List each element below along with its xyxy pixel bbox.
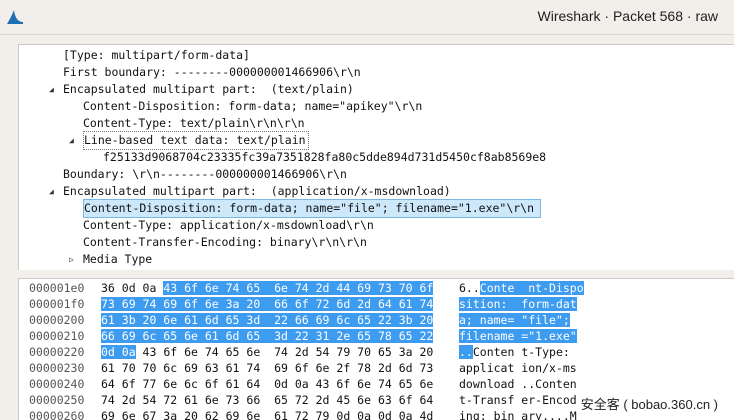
hex-bytes[interactable]: 61 3b 20 6e 61 6d 65 3d 22 66 69 6c 65 2… xyxy=(101,312,434,328)
tree-row-label: Content-Disposition: form-data; name="fi… xyxy=(83,199,542,218)
ascii-plain: ing: bin ary....M xyxy=(459,409,577,420)
hex-bytes[interactable]: 69 6e 67 3a 20 62 69 6e 61 72 79 0d 0a 0… xyxy=(101,408,433,420)
ascii-highlighted: Conte nt-Dispo xyxy=(479,281,584,295)
tree-row[interactable]: ◢ Encapsulated multipart part: (applicati… xyxy=(19,183,734,200)
ascii-bytes[interactable]: download ..Conten xyxy=(459,376,577,392)
expanded-triangle-icon[interactable]: ◢ xyxy=(49,183,59,200)
hex-offset: 00000230 xyxy=(29,361,85,375)
title-bar[interactable]: Wireshark · Packet 568 · raw xyxy=(0,0,734,35)
hex-offset: 00000220 xyxy=(29,345,85,359)
hex-bytes-plain: 61 70 70 6c 69 63 61 74 69 6f 6e 2f 78 2… xyxy=(101,361,434,375)
hex-bytes-plain: 64 6f 77 6e 6c 6f 61 64 0d 0a 43 6f 6e 7… xyxy=(101,377,434,391)
ascii-highlighted: sition: form-dat xyxy=(459,297,577,311)
expanded-triangle-icon[interactable]: ◢ xyxy=(69,132,79,149)
hex-bytes-highlighted: 73 69 74 69 6f 6e 3a 20 66 6f 72 6d 2d 6… xyxy=(101,297,434,311)
ascii-bytes[interactable]: t-Transf er-Encod xyxy=(459,392,577,408)
tree-row-label: Content-Type: text/plain\r\n\r\n xyxy=(83,116,305,130)
hex-bytes[interactable]: 74 2d 54 72 61 6e 73 66 65 72 2d 45 6e 6… xyxy=(101,392,433,408)
hex-offset: 00000260 xyxy=(29,409,85,420)
tree-row[interactable]: f25133d9068704c23335fc39a7351828fa80c5dd… xyxy=(19,149,734,166)
hex-bytes-plain: 69 6e 67 3a 20 62 69 6e 61 72 79 0d 0a 0… xyxy=(101,409,434,420)
hex-offset: 000001f0 xyxy=(29,297,85,311)
tree-row[interactable]: First boundary: --------000000001466906\… xyxy=(19,64,734,81)
tree-row[interactable]: ◢ Encapsulated multipart part: (text/plai… xyxy=(19,81,734,98)
ascii-bytes[interactable]: filename ="1.exe" xyxy=(459,328,577,344)
tree-row-label: Boundary: \r\n--------000000001466906\r\… xyxy=(63,167,347,181)
watermark: 安全客 ( bobao.360.cn ) xyxy=(578,394,720,413)
hex-offset: 00000250 xyxy=(29,393,85,407)
tree-row-label: Content-Type: application/x-msdownload\r… xyxy=(83,218,374,232)
hex-bytes-plain: 43 6f 6e 74 65 6e 74 2d 54 79 70 65 3a 2… xyxy=(135,345,434,359)
tree-row-label: Encapsulated multipart part: (text/plain… xyxy=(63,82,354,96)
tree-row[interactable]: Content-Type: text/plain\r\n\r\n xyxy=(19,115,734,132)
hex-bytes[interactable]: 61 70 70 6c 69 63 61 74 69 6f 6e 2f 78 2… xyxy=(101,360,433,376)
hex-bytes[interactable]: 64 6f 77 6e 6c 6f 61 64 0d 0a 43 6f 6e 7… xyxy=(101,376,433,392)
tree-row[interactable]: Content-Disposition: form-data; name="ap… xyxy=(19,98,734,115)
hex-bytes-highlighted: 0d 0a xyxy=(101,345,136,359)
tree-row[interactable]: ▷ Media Type xyxy=(19,251,734,268)
ascii-plain: applicat ion/x-ms xyxy=(459,361,577,375)
ascii-bytes[interactable]: sition: form-dat xyxy=(459,296,577,312)
pane-splitter[interactable] xyxy=(0,270,734,278)
hex-offset: 000001e0 xyxy=(29,281,85,295)
hex-bytes[interactable]: 66 69 6c 65 6e 61 6d 65 3d 22 31 2e 65 7… xyxy=(101,328,434,344)
packet-details-tree[interactable]: [Type: multipart/form-data] First boundar… xyxy=(18,44,734,271)
hex-bytes[interactable]: 0d 0a 43 6f 6e 74 65 6e 74 2d 54 79 70 6… xyxy=(101,344,433,360)
tree-row[interactable]: Content-Disposition: form-data; name="fi… xyxy=(19,199,734,218)
ascii-plain: 6.. xyxy=(459,281,480,295)
tree-row-label: Content-Disposition: form-data; name="ap… xyxy=(83,99,423,113)
hex-bytes-highlighted: 43 6f 6e 74 65 6e 74 2d 44 69 73 70 6f xyxy=(163,281,434,295)
tree-row[interactable]: Content-Type: application/x-msdownload\r… xyxy=(19,217,734,234)
tree-row-label: [Type: multipart/form-data] xyxy=(63,48,250,62)
tree-row-label: Encapsulated multipart part: (applicatio… xyxy=(63,184,451,198)
ascii-highlighted: filename ="1.exe" xyxy=(459,329,577,343)
tree-row-label: Content-Transfer-Encoding: binary\r\n\r\… xyxy=(83,235,367,249)
tree-row-label: Media Type xyxy=(83,252,153,266)
hex-offset: 00000200 xyxy=(29,313,85,327)
hex-bytes-plain: 74 2d 54 72 61 6e 73 66 65 72 2d 45 6e 6… xyxy=(101,393,434,407)
expanded-triangle-icon[interactable]: ◢ xyxy=(49,81,59,98)
hex-bytes-highlighted: 61 3b 20 6e 61 6d 65 3d 22 66 69 6c 65 2… xyxy=(101,313,434,327)
ascii-highlighted: .. xyxy=(459,345,473,359)
tree-row-label: First boundary: --------000000001466906\… xyxy=(63,65,361,79)
ascii-bytes[interactable]: a; name= "file"; xyxy=(459,312,570,328)
ascii-bytes[interactable]: ..Conten t-Type: xyxy=(459,344,570,360)
ascii-plain: download ..Conten xyxy=(459,377,577,391)
hex-bytes-highlighted: 66 69 6c 65 6e 61 6d 65 3d 22 31 2e 65 7… xyxy=(101,329,434,343)
hex-bytes[interactable]: 73 69 74 69 6f 6e 3a 20 66 6f 72 6d 2d 6… xyxy=(101,296,434,312)
tree-row[interactable]: Boundary: \r\n--------000000001466906\r\… xyxy=(19,166,734,183)
ascii-bytes[interactable]: applicat ion/x-ms xyxy=(459,360,577,376)
ascii-bytes[interactable]: 6..Conte nt-Dispo xyxy=(459,280,584,296)
hex-bytes-plain: 36 0d 0a xyxy=(101,281,164,295)
tree-row[interactable]: [Type: multipart/form-data] xyxy=(19,47,734,64)
tree-row-label: Line-based text data: text/plain xyxy=(83,131,309,150)
ascii-bytes[interactable]: ing: bin ary....M xyxy=(459,408,577,420)
tree-row[interactable]: Content-Transfer-Encoding: binary\r\n\r\… xyxy=(19,234,734,251)
window-title: Wireshark · Packet 568 · raw xyxy=(537,8,719,24)
hex-offset: 00000210 xyxy=(29,329,85,343)
hex-offset: 00000240 xyxy=(29,377,85,391)
ascii-plain: Conten t-Type: xyxy=(472,345,570,359)
hex-bytes[interactable]: 36 0d 0a 43 6f 6e 74 65 6e 74 2d 44 69 7… xyxy=(101,280,434,296)
ascii-highlighted: a; name= "file"; xyxy=(459,313,570,327)
tree-row-label: f25133d9068704c23335fc39a7351828fa80c5dd… xyxy=(103,150,547,164)
tree-row[interactable]: ◢ Line-based text data: text/plain xyxy=(19,131,734,150)
collapsed-triangle-icon[interactable]: ▷ xyxy=(69,251,79,268)
ascii-plain: t-Transf er-Encod xyxy=(459,393,577,407)
